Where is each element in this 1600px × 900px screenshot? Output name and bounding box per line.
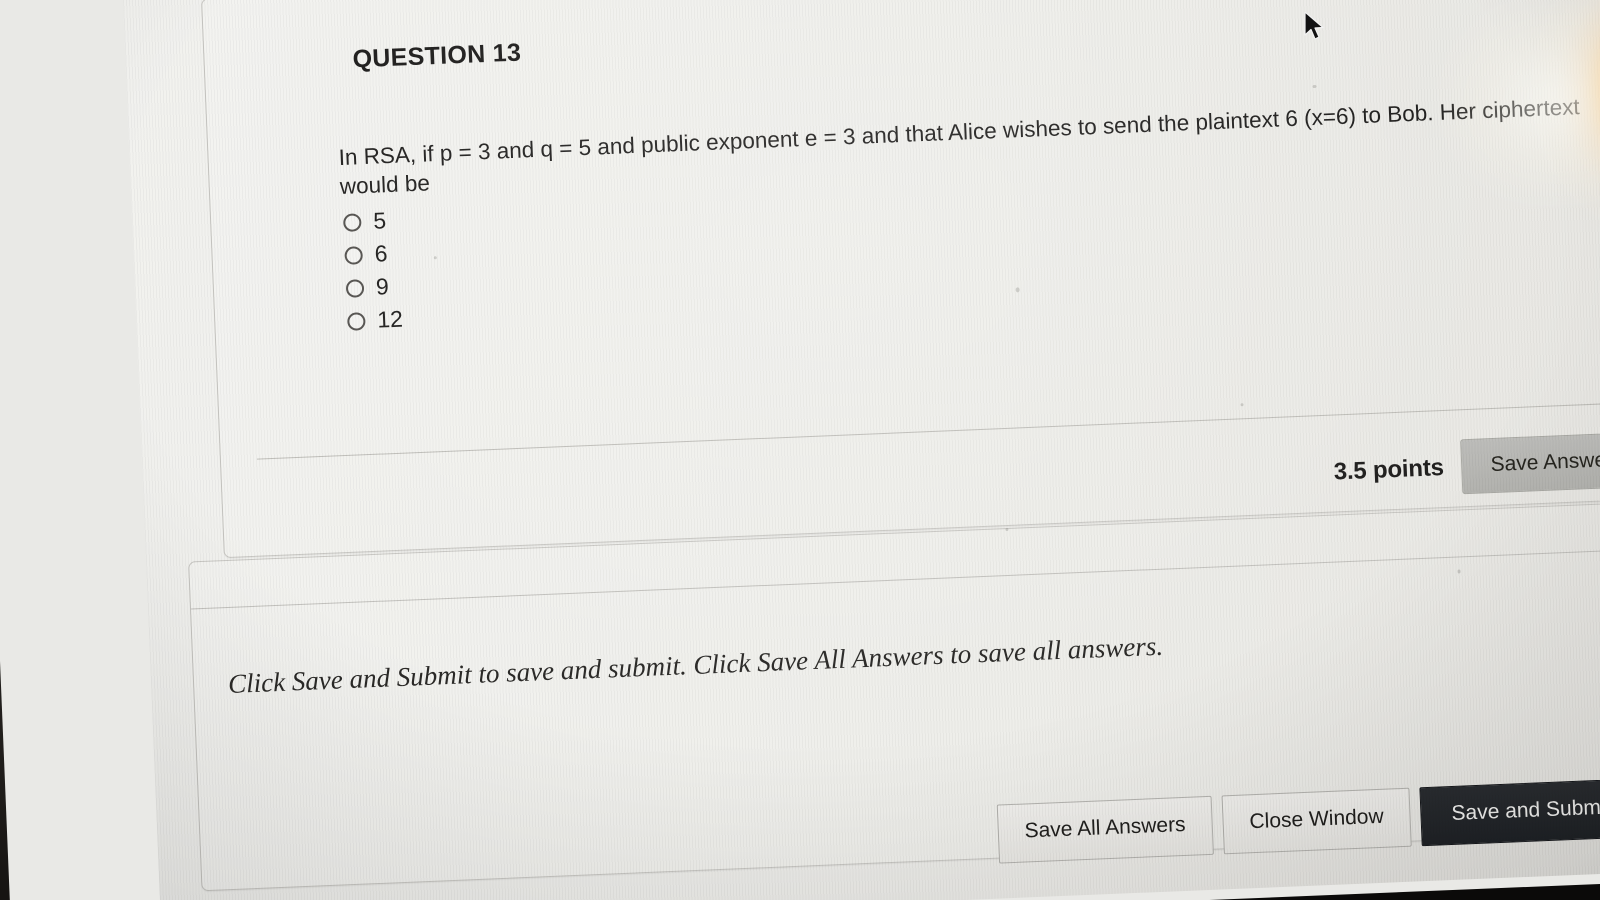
radio-button-icon[interactable] xyxy=(346,311,366,331)
save-all-answers-button[interactable]: Save All Answers xyxy=(996,795,1214,864)
question-title: QUESTION 13 xyxy=(352,38,522,74)
answer-option[interactable]: 6 xyxy=(344,237,401,272)
answer-option-label: 6 xyxy=(374,240,388,267)
photo-of-laptop-screen: 3.5 points Save Answer QUESTION 13 In RS… xyxy=(0,0,1600,900)
save-and-submit-button[interactable]: Save and Submit xyxy=(1419,778,1600,847)
quiz-page: 3.5 points Save Answer QUESTION 13 In RS… xyxy=(119,0,1600,900)
answer-option-label: 9 xyxy=(375,273,390,300)
close-window-button[interactable]: Close Window xyxy=(1221,787,1412,855)
points-label: 3.5 points xyxy=(1333,453,1445,486)
divider xyxy=(191,548,1600,610)
laptop-screen-slab: 3.5 points Save Answer QUESTION 13 In RS… xyxy=(0,0,1600,900)
radio-button-icon[interactable] xyxy=(344,245,364,265)
answer-option-label: 12 xyxy=(376,305,404,333)
question-13-footer-row: 3.5 points Save Answer xyxy=(1333,431,1600,500)
submit-instructions-text: Click Save and Submit to save and submit… xyxy=(227,630,1164,700)
save-answer-button[interactable]: Save Answer xyxy=(1460,431,1600,495)
answer-options-group[interactable]: 5 6 9 12 xyxy=(342,204,404,338)
radio-button-icon[interactable] xyxy=(345,278,365,298)
answer-option[interactable]: 9 xyxy=(345,270,402,305)
question-13-panel: QUESTION 13 In RSA, if p = 3 and q = 5 a… xyxy=(201,0,1600,559)
submit-panel: Click Save and Submit to save and submit… xyxy=(188,501,1600,892)
question-text: In RSA, if p = 3 and q = 5 and public ex… xyxy=(338,94,1581,199)
answer-option[interactable]: 5 xyxy=(342,204,400,239)
radio-button-icon[interactable] xyxy=(342,212,362,232)
submit-button-row: Save All Answers Close Window Save and S… xyxy=(996,778,1600,864)
answer-option[interactable]: 12 xyxy=(346,303,404,338)
answer-option-label: 5 xyxy=(372,207,387,234)
